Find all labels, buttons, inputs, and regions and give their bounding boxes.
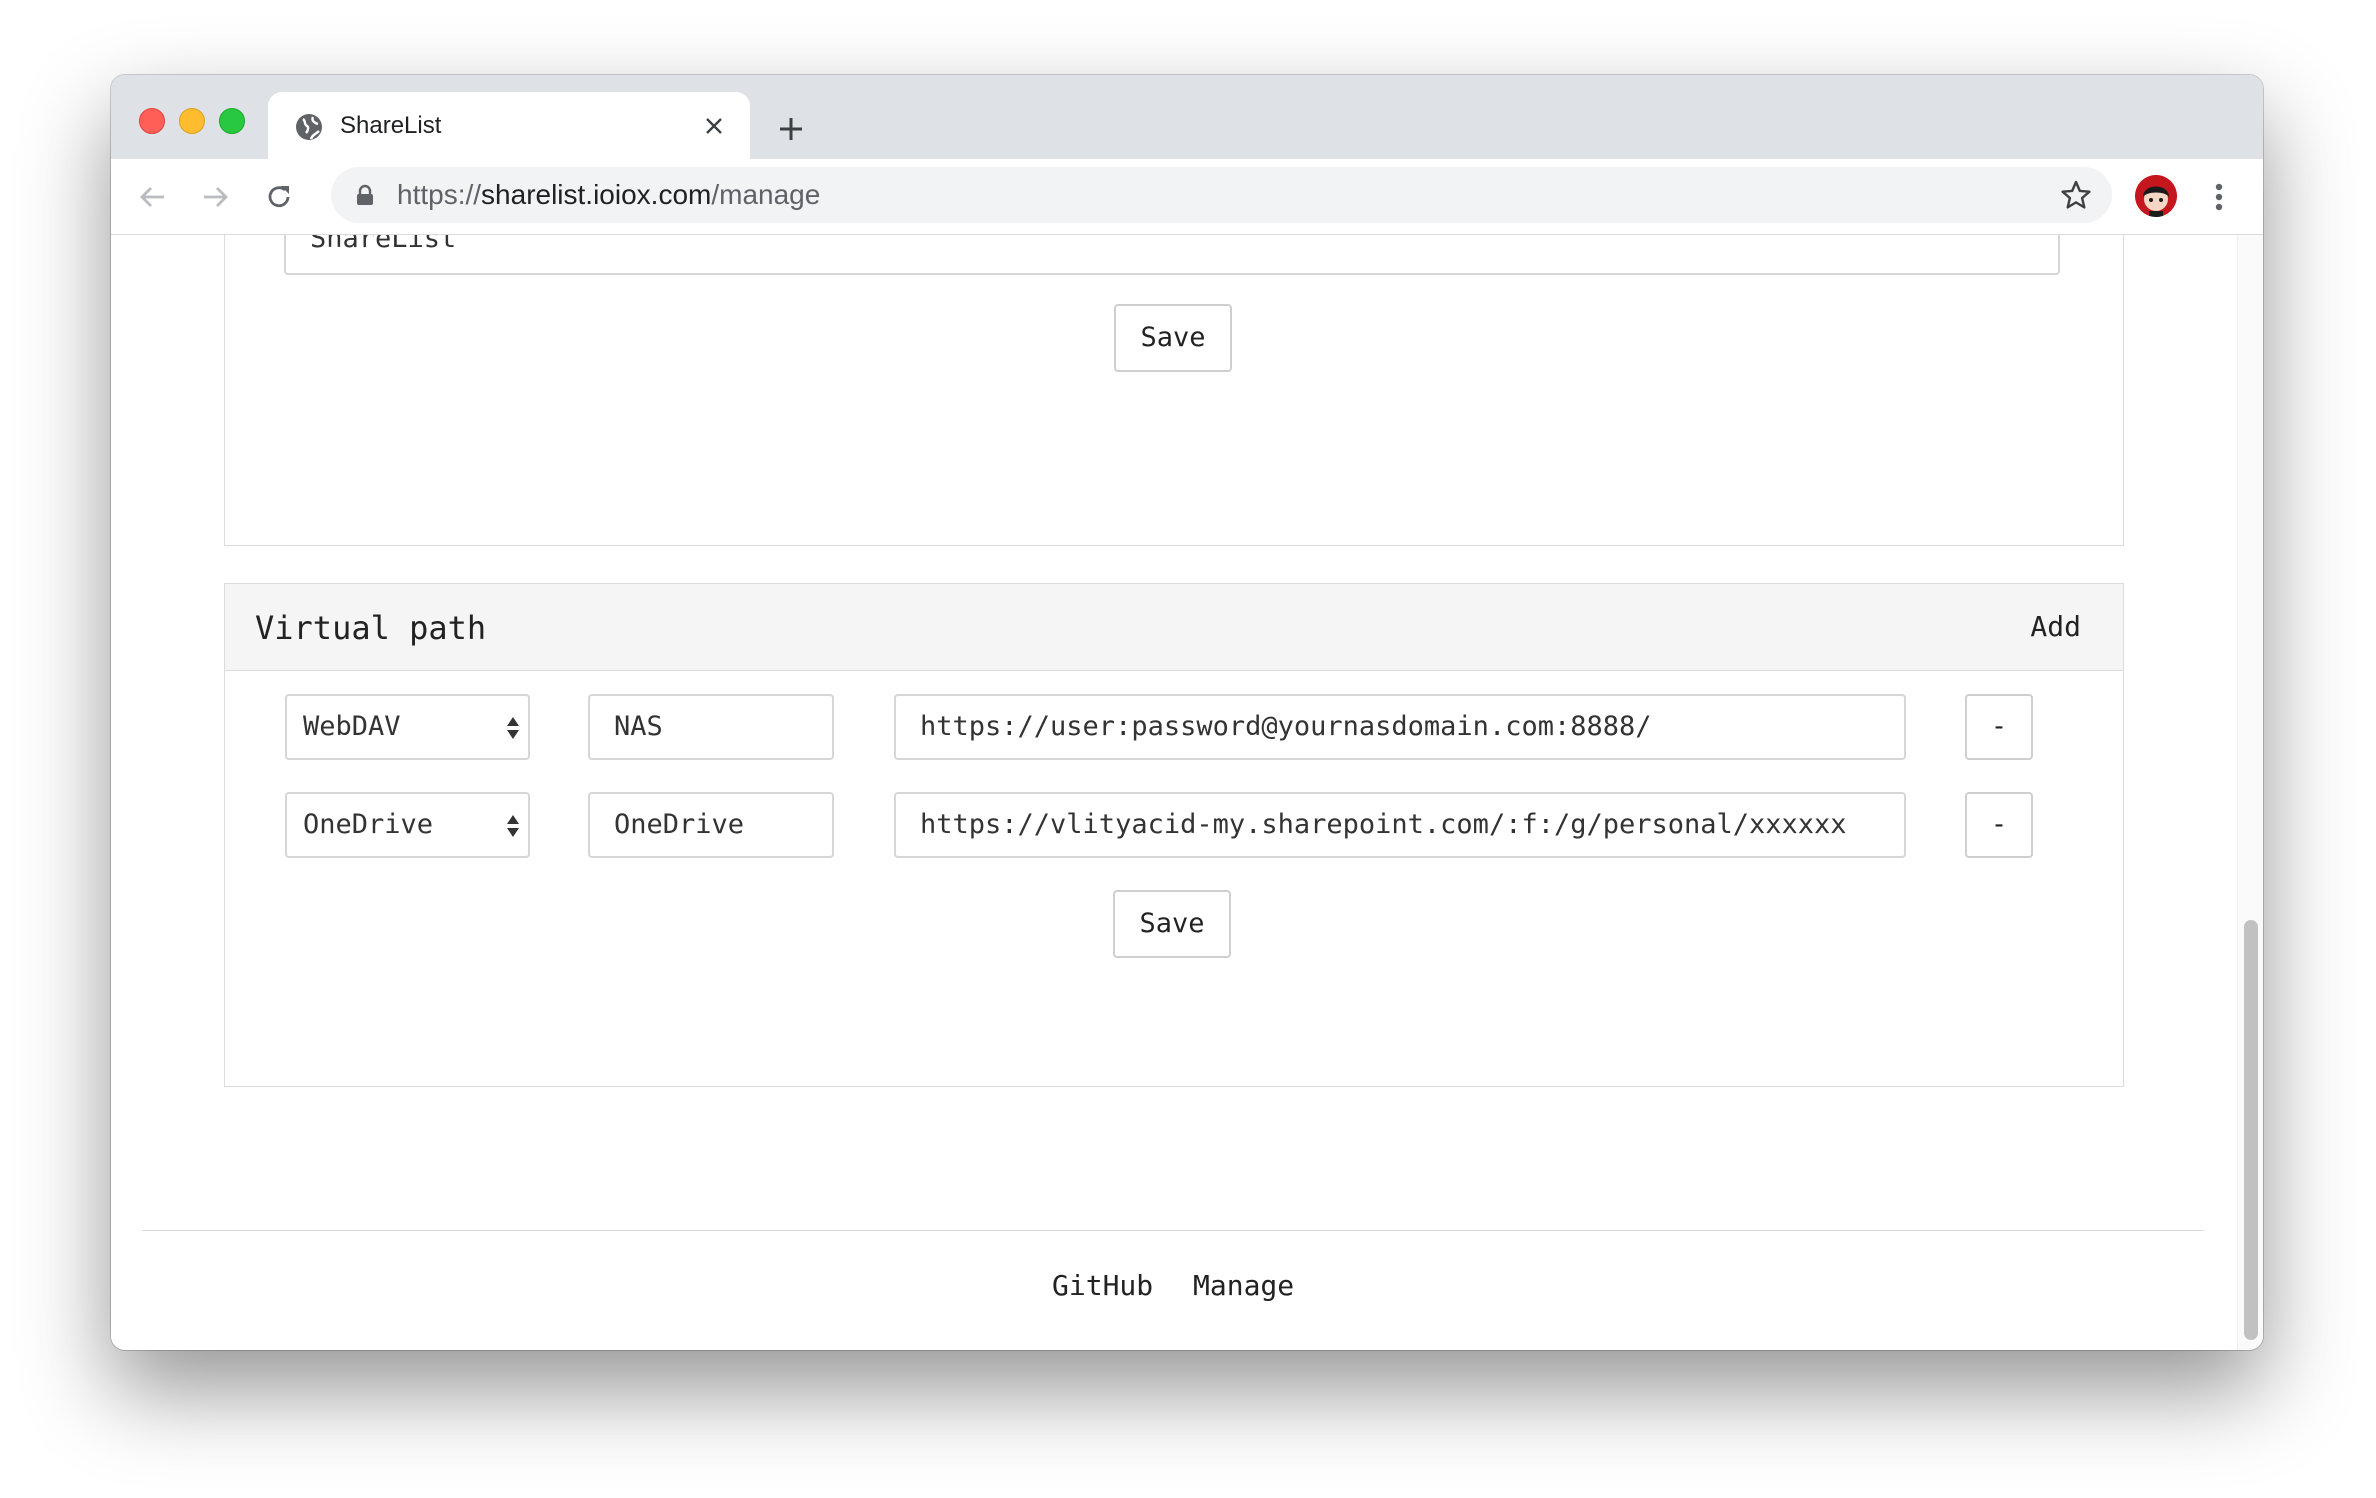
path-type-select-1[interactable]: WebDAV bbox=[285, 694, 530, 760]
star-icon[interactable] bbox=[2060, 179, 2092, 211]
kebab-menu-icon bbox=[2215, 183, 2223, 211]
url-path: /manage bbox=[711, 179, 821, 210]
save-title-button[interactable]: Save bbox=[1114, 304, 1232, 372]
save-paths-button[interactable]: Save bbox=[1113, 890, 1231, 958]
path-name-input-1[interactable]: NAS bbox=[588, 694, 834, 760]
path-url-input-1[interactable]: https://user:password@yournasdomain.com:… bbox=[894, 694, 1906, 760]
browser-window: ShareList https://sharelist.ioiox.com/ma… bbox=[111, 75, 2263, 1350]
lock-icon bbox=[357, 184, 373, 205]
virtual-path-title: Virtual path bbox=[255, 609, 487, 647]
path-type-value: WebDAV bbox=[303, 711, 401, 742]
remove-path-button-1[interactable]: - bbox=[1965, 694, 2033, 760]
page-content: ShareList Save Virtual path Add WebDAV N… bbox=[111, 235, 2263, 1350]
site-title-card: ShareList Save bbox=[224, 235, 2124, 546]
back-arrow-icon bbox=[140, 187, 164, 207]
reload-icon bbox=[268, 186, 290, 208]
close-window-button[interactable] bbox=[139, 108, 165, 134]
globe-icon bbox=[296, 114, 322, 140]
url-host: sharelist.ioiox.com bbox=[481, 179, 712, 210]
remove-path-button-2[interactable]: - bbox=[1965, 792, 2033, 858]
maximize-window-button[interactable] bbox=[219, 108, 245, 134]
avatar[interactable] bbox=[2135, 175, 2177, 217]
virtual-path-header: Virtual path Add bbox=[225, 584, 2123, 671]
plus-icon bbox=[780, 118, 802, 140]
path-url-input-2[interactable]: https://vlityacid-my.sharepoint.com/:f:/… bbox=[894, 792, 1906, 858]
tab-strip: ShareList bbox=[111, 75, 2263, 159]
minimize-window-button[interactable] bbox=[179, 108, 205, 134]
tab-title: ShareList bbox=[340, 112, 442, 139]
address-bar[interactable]: https://sharelist.ioiox.com/manage bbox=[331, 167, 2112, 223]
close-icon bbox=[706, 118, 722, 134]
url-text: https://sharelist.ioiox.com/manage bbox=[397, 180, 820, 210]
path-type-select-2[interactable]: OneDrive bbox=[285, 792, 530, 858]
forward-button[interactable] bbox=[195, 177, 235, 217]
forward-arrow-icon bbox=[204, 187, 228, 207]
url-scheme: https:// bbox=[397, 179, 482, 210]
tab-sharelist[interactable]: ShareList bbox=[268, 92, 750, 159]
virtual-path-card: Virtual path Add WebDAV NAS https://user… bbox=[224, 583, 2124, 1087]
footer-link-manage[interactable]: Manage bbox=[1193, 1269, 1294, 1303]
browser-menu-button[interactable] bbox=[2199, 177, 2239, 217]
path-name-input-2[interactable]: OneDrive bbox=[588, 792, 834, 858]
tab-close-button[interactable] bbox=[698, 110, 730, 142]
footer-link-github[interactable]: GitHub bbox=[1052, 1269, 1153, 1303]
site-title-input[interactable]: ShareList bbox=[284, 235, 2060, 275]
footer-divider bbox=[142, 1230, 2204, 1231]
select-arrows-icon bbox=[507, 717, 519, 739]
reload-button[interactable] bbox=[259, 177, 299, 217]
browser-toolbar: https://sharelist.ioiox.com/manage bbox=[111, 159, 2263, 235]
add-path-button[interactable]: Add bbox=[2030, 610, 2081, 644]
select-arrows-icon bbox=[507, 815, 519, 837]
avatar-face-icon bbox=[2135, 175, 2177, 217]
scrollbar-thumb[interactable] bbox=[2244, 920, 2258, 1340]
path-type-value: OneDrive bbox=[303, 809, 434, 840]
back-button[interactable] bbox=[133, 177, 173, 217]
new-tab-button[interactable] bbox=[771, 109, 811, 149]
